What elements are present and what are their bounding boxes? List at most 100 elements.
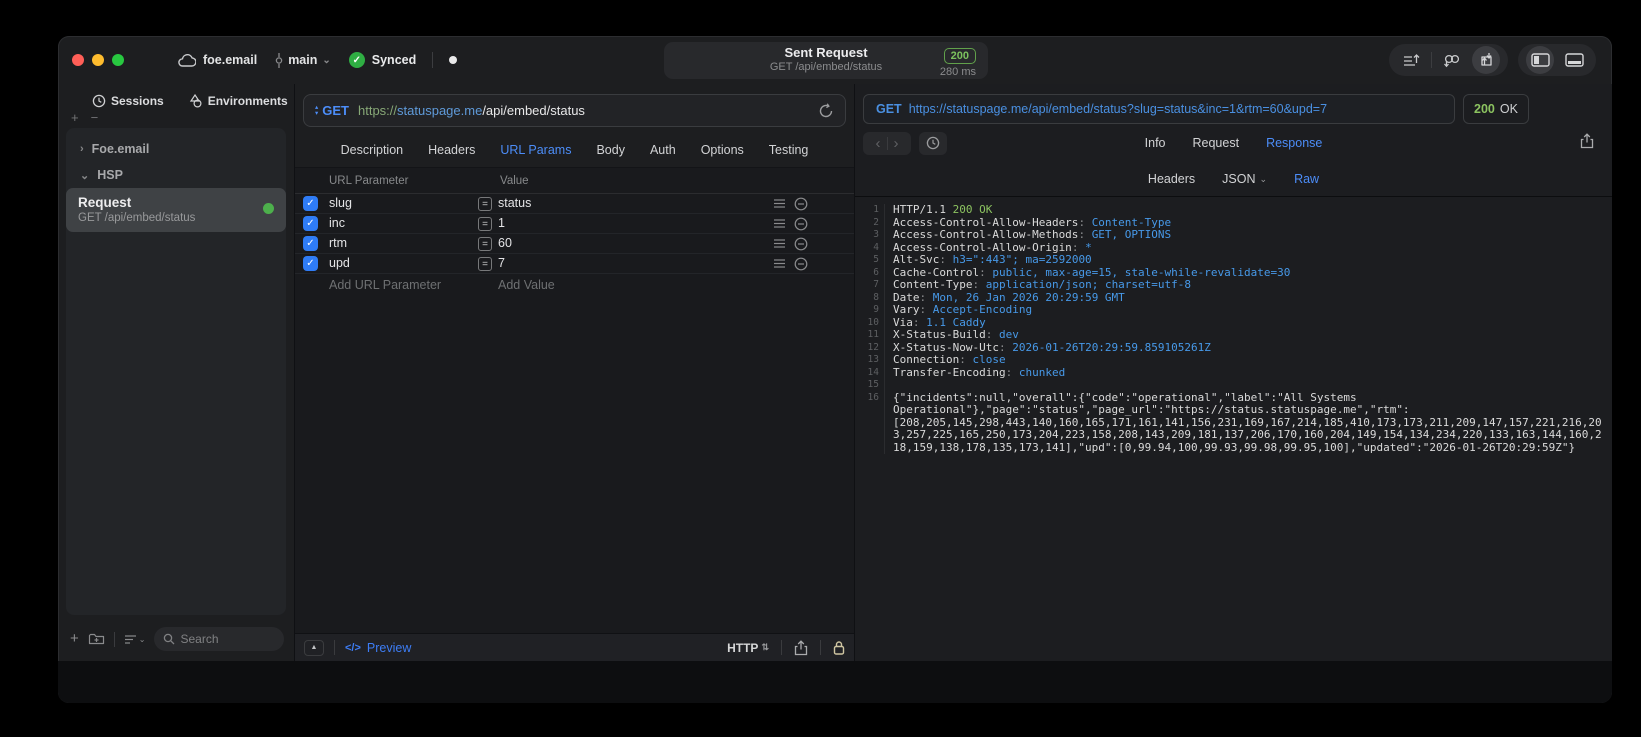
add-value-field[interactable]: Add Value [498,278,555,292]
sync-status[interactable]: ✓ Synced [348,52,417,68]
sync-label: Synced [371,53,417,67]
collapse-panel-button[interactable]: ▲ [304,639,324,656]
toggle-left-sidebar-button[interactable] [1526,46,1554,74]
new-folder-button[interactable] [88,632,105,646]
sidebar-group-foe-email[interactable]: › Foe.email [66,136,286,162]
publish-cycle-button[interactable] [1472,46,1500,74]
line-number: 7 [859,279,885,292]
preview-button[interactable]: </> Preview [345,641,411,655]
request-url-bar[interactable]: ▴ ▾ GET https://statuspage.me/api/embed/s… [303,94,846,127]
response-subtabs: Headers JSON ⌄ Raw [855,162,1612,197]
line-number: 8 [859,291,885,304]
column-header-parameter: URL Parameter [329,175,409,187]
project-selector[interactable]: foe.email [178,53,257,67]
protocol-selector[interactable]: HTTP ⇅ [727,641,769,655]
tab-info[interactable]: Info [1145,136,1166,150]
param-row-inc: ✓ inc = 1 [295,214,854,234]
sessions-panel: › Foe.email ⌄ HSP Request GET /api/embed… [66,128,286,615]
tab-headers[interactable]: Headers [428,143,475,157]
back-button[interactable]: ‹ [876,135,881,152]
param-name-field[interactable]: inc [329,216,345,230]
sidebar-group-hsp[interactable]: ⌄ HSP [66,162,286,188]
tab-headers[interactable]: Headers [1148,172,1195,186]
history-button[interactable] [919,131,947,155]
sidebar-item-request[interactable]: Request GET /api/embed/status [66,188,286,232]
tab-auth[interactable]: Auth [650,143,676,157]
tab-testing[interactable]: Testing [769,143,809,157]
toggle-bottom-panel-button[interactable] [1560,46,1588,74]
param-value-field[interactable]: 60 [498,236,512,250]
method-selector[interactable]: GET [322,103,349,118]
param-checkbox[interactable]: ✓ [303,196,318,211]
param-checkbox[interactable]: ✓ [303,256,318,271]
remove-param-button[interactable] [794,217,808,231]
api-sync-button[interactable] [1438,46,1466,74]
tab-request[interactable]: Request [1193,136,1240,150]
lock-icon[interactable] [833,640,845,655]
sort-list-button[interactable]: ⌄ [124,634,146,645]
group-label: Foe.email [91,142,150,156]
param-name-field[interactable]: rtm [329,236,347,250]
param-value-field[interactable]: 7 [498,256,505,270]
param-checkbox[interactable]: ✓ [303,236,318,251]
protocol-label: HTTP [727,640,759,655]
tab-options[interactable]: Options [701,143,744,157]
sidebar-footer: + ⌄ Search [58,623,294,661]
minimize-window-button[interactable] [92,54,104,66]
branch-selector[interactable]: main ⌄ [275,52,331,68]
summary-status: 200 280 ms [940,46,976,78]
share-button[interactable] [794,639,808,656]
response-raw-view[interactable]: 1 HTTP/1.1 200 OK 2 Access-Control-Allow-He… [855,197,1612,661]
tab-body[interactable]: Body [596,143,625,157]
tab-json[interactable]: JSON ⌄ [1222,172,1267,186]
tab-description[interactable]: Description [341,143,404,157]
tab-response[interactable]: Response [1266,136,1322,150]
forward-button[interactable]: › [894,135,899,152]
remove-param-button[interactable] [794,237,808,251]
tab-sessions[interactable]: Sessions [92,94,164,108]
add-session-button[interactable]: + [71,110,79,125]
param-value-field[interactable]: 1 [498,216,505,230]
cloud-icon [178,53,196,67]
line-number: 13 [859,354,885,367]
line-number: 16 [859,391,885,454]
history-nav-group: ‹ › [863,131,911,155]
chevron-down-icon: ⌄ [138,634,146,644]
row-options-icon[interactable] [773,258,786,269]
search-input[interactable]: Search [154,627,284,651]
chevron-down-icon: ⌄ [322,54,331,66]
tab-url-params[interactable]: URL Params [500,143,571,157]
param-name-field[interactable]: upd [329,256,350,270]
remove-param-button[interactable] [794,257,808,271]
tab-environments[interactable]: Environments [188,94,288,108]
operator-equals-icon[interactable]: = [478,197,492,211]
remove-session-button[interactable]: − [91,110,99,125]
remove-param-button[interactable] [794,197,808,211]
row-options-icon[interactable] [773,218,786,229]
add-url-parameter-field[interactable]: Add URL Parameter [329,278,441,292]
code-line-14: 14 Transfer-Encoding: chunked [859,366,1606,379]
param-name-field[interactable]: slug [329,196,352,210]
request-actions-group [1389,44,1508,76]
export-response-button[interactable] [1580,133,1594,149]
search-icon [163,633,175,645]
resend-request-button[interactable] [818,102,834,119]
new-request-button[interactable]: + [70,631,79,646]
group-label: HSP [97,168,123,182]
request-footer: ▲ </> Preview HTTP ⇅ [295,633,854,661]
app-window: foe.email main ⌄ ✓ Synced Sent Request G… [58,36,1612,703]
zoom-window-button[interactable] [112,54,124,66]
close-window-button[interactable] [72,54,84,66]
stepper-icon: ⇅ [761,642,769,652]
sent-request-summary[interactable]: Sent Request GET /api/embed/status 200 2… [664,42,988,79]
param-value-field[interactable]: status [498,196,531,210]
param-checkbox[interactable]: ✓ [303,216,318,231]
tab-raw[interactable]: Raw [1294,172,1319,186]
row-options-icon[interactable] [773,198,786,209]
operator-equals-icon[interactable]: = [478,257,492,271]
row-options-icon[interactable] [773,238,786,249]
synced-check-icon: ✓ [348,52,365,68]
operator-equals-icon[interactable]: = [478,217,492,231]
operator-equals-icon[interactable]: = [478,237,492,251]
import-button[interactable] [1397,46,1425,74]
